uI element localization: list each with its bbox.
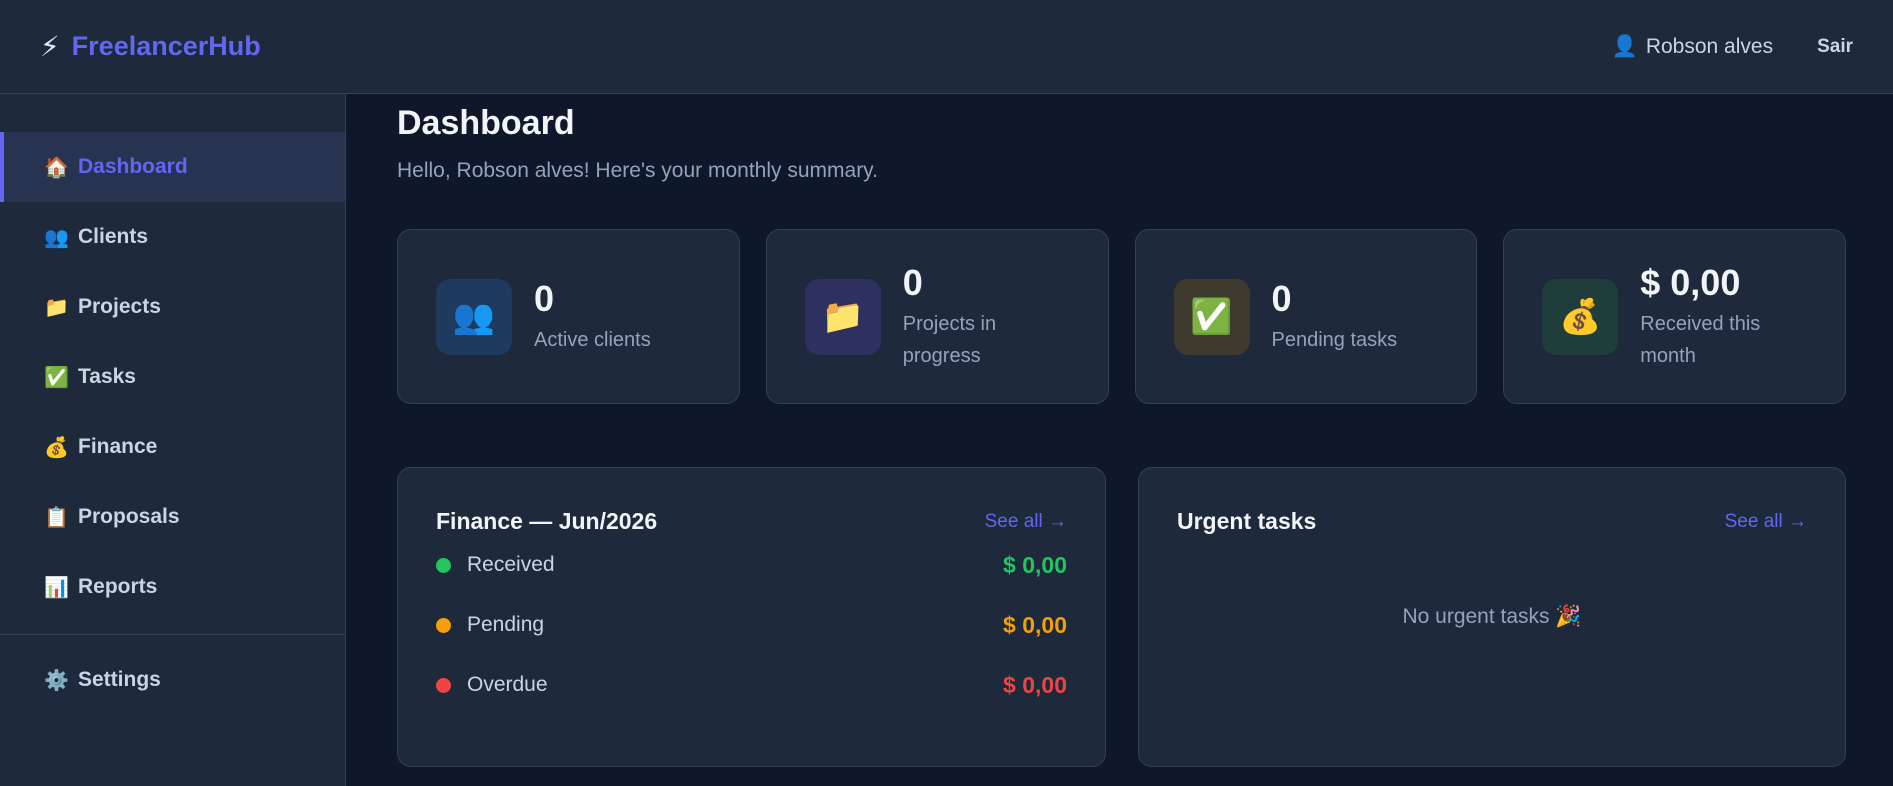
sidebar-item-label: Clients — [78, 225, 149, 248]
sidebar-divider — [0, 634, 345, 635]
sidebar-item-projects[interactable]: 📁 Projects — [0, 272, 345, 342]
stat-value: 0 — [1271, 277, 1292, 319]
finance-row-amount: $ 0,00 — [1003, 551, 1067, 578]
urgent-tasks-panel: Urgent tasks See all → No urgent tasks 🎉 — [1138, 467, 1846, 767]
lightning-icon: ⚡ — [40, 30, 60, 62]
sidebar-item-label: Tasks — [78, 365, 136, 388]
sidebar-item-proposals[interactable]: 📋 Proposals — [0, 482, 345, 552]
sidebar-item-tasks[interactable]: ✅ Tasks — [0, 342, 345, 412]
checkmark-icon: ✅ — [1173, 278, 1250, 355]
finance-row-pending: Pending $ 0,00 — [436, 595, 1067, 655]
sidebar-item-dashboard[interactable]: 🏠 Dashboard — [0, 132, 345, 202]
sidebar-item-label: Settings — [78, 668, 161, 691]
folder-icon: 📁 — [804, 278, 881, 355]
status-dot — [436, 617, 451, 633]
logout-button[interactable]: Sair — [1817, 36, 1853, 58]
users-icon: 👥 — [44, 226, 69, 249]
stat-value: 0 — [534, 277, 555, 319]
home-icon: 🏠 — [44, 156, 69, 179]
stat-value: 0 — [902, 261, 923, 303]
money-bag-icon: 💰 — [44, 436, 69, 459]
stat-label: Projects in progress — [902, 312, 997, 367]
sidebar-item-label: Projects — [78, 295, 161, 318]
clipboard-icon: 📋 — [44, 506, 69, 529]
user-icon: 👤 — [1611, 34, 1638, 58]
page-title: Dashboard — [397, 104, 575, 142]
panel-header: Urgent tasks See all → — [1177, 508, 1807, 535]
finance-row-label: Overdue — [467, 673, 548, 696]
finance-row-overdue: Overdue $ 0,00 — [436, 655, 1067, 715]
money-bag-icon: 💰 — [1542, 278, 1619, 355]
sidebar-item-label: Finance — [78, 435, 158, 458]
status-dot — [436, 677, 451, 693]
bar-chart-icon: 📊 — [44, 576, 69, 599]
top-bar: ⚡ FreelancerHub 👤 Robson alves Sair — [0, 0, 1893, 94]
sidebar-item-finance[interactable]: 💰 Finance — [0, 412, 345, 482]
stat-card-received: 💰 $ 0,00 Received this month — [1503, 229, 1846, 404]
stat-card-projects: 📁 0 Projects in progress — [765, 229, 1109, 404]
sidebar-item-label: Proposals — [78, 505, 180, 528]
users-icon: 👥 — [436, 278, 512, 355]
sidebar: 🏠 Dashboard 👥 Clients 📁 Projects ✅ Tasks… — [0, 94, 346, 786]
sidebar-item-clients[interactable]: 👥 Clients — [0, 202, 345, 272]
topbar-right: 👤 Robson alves Sair — [1612, 35, 1853, 59]
gear-icon: ⚙️ — [44, 669, 69, 692]
stat-card-active-clients: 👥 0 Active clients — [397, 229, 740, 404]
urgent-title: Urgent tasks — [1177, 508, 1317, 534]
finance-row-label: Received — [467, 553, 555, 576]
stat-label: Pending tasks — [1271, 328, 1398, 351]
finance-row-label: Pending — [467, 613, 545, 636]
finance-title: Finance — Jun/2026 — [436, 508, 658, 534]
sidebar-item-settings[interactable]: ⚙️ Settings — [0, 645, 345, 715]
finance-panel: Finance — Jun/2026 See all → Received $ … — [397, 467, 1106, 767]
stats-row: 👥 0 Active clients 📁 0 Projects in progr… — [397, 229, 1846, 404]
urgent-see-all-link[interactable]: See all → — [1725, 511, 1807, 533]
finance-row-received: Received $ 0,00 — [436, 535, 1067, 595]
main-content: Dashboard Hello, Robson alves! Here's yo… — [397, 94, 1846, 767]
sidebar-item-label: Reports — [78, 575, 158, 598]
user-name: Robson alves — [1645, 34, 1774, 58]
brand[interactable]: ⚡ FreelancerHub — [40, 31, 261, 62]
finance-see-all-link[interactable]: See all → — [985, 511, 1067, 533]
stat-value: $ 0,00 — [1640, 261, 1741, 303]
status-dot — [436, 557, 451, 573]
page-subtitle: Hello, Robson alves! Here's your monthly… — [397, 159, 878, 182]
brand-name: FreelancerHub — [71, 31, 261, 61]
stat-label: Received this month — [1640, 312, 1761, 367]
finance-row-amount: $ 0,00 — [1003, 611, 1067, 638]
panel-header: Finance — Jun/2026 See all → — [436, 508, 1067, 535]
stat-card-pending-tasks: ✅ 0 Pending tasks — [1134, 229, 1478, 404]
panels-row: Finance — Jun/2026 See all → Received $ … — [397, 467, 1846, 767]
finance-row-amount: $ 0,00 — [1003, 671, 1067, 698]
stat-label: Active clients — [534, 328, 651, 351]
checkmark-icon: ✅ — [44, 366, 69, 389]
empty-state-message: No urgent tasks 🎉 — [1402, 605, 1582, 628]
sidebar-item-reports[interactable]: 📊 Reports — [0, 552, 345, 622]
folder-icon: 📁 — [44, 296, 69, 319]
sidebar-item-label: Dashboard — [78, 155, 188, 178]
user-menu[interactable]: 👤 Robson alves — [1612, 35, 1773, 59]
